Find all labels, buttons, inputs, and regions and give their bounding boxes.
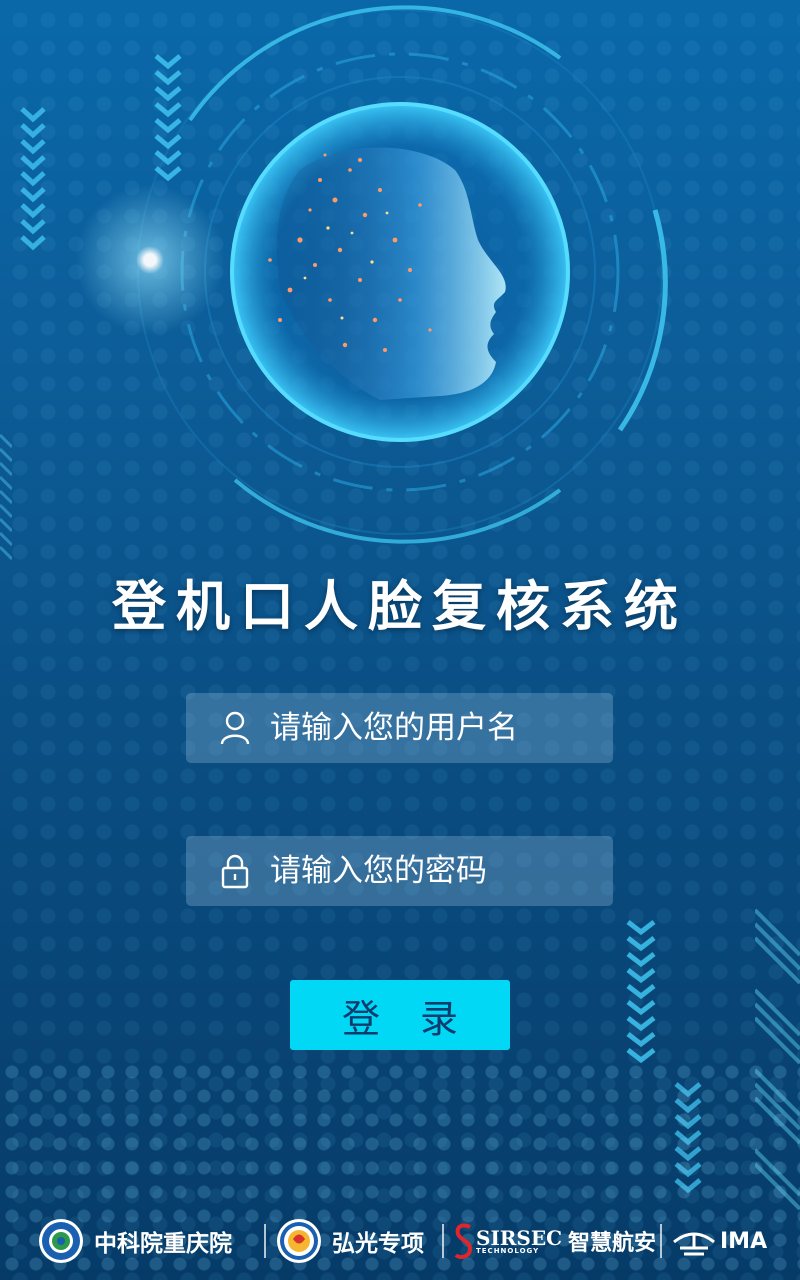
ima-logo-icon	[673, 1232, 715, 1256]
brand-label: 中科院重庆院	[94, 1231, 232, 1257]
lens-flare	[70, 180, 230, 340]
username-field[interactable]	[186, 693, 663, 763]
login-screen: 登机口人脸复核系统 登 录	[0, 0, 800, 1280]
brand-label: SIRSEC	[476, 1225, 563, 1250]
chevron-decoration-top	[154, 54, 182, 182]
cas-chongqing-logo-icon	[39, 1219, 83, 1263]
brand-tail-label: 智慧航安	[568, 1231, 657, 1256]
sirsec-logo-icon	[454, 1223, 473, 1259]
hongguang-logo-icon	[277, 1219, 321, 1263]
footer-brands: 中科院重庆院 弘光专项 SIRSEC TECHNOLOGY 智慧航安 IMA	[0, 1208, 800, 1280]
brand-label: IMA	[720, 1228, 768, 1254]
page-title: 登机口人脸复核系统	[112, 575, 688, 638]
brand-sublabel: TECHNOLOGY	[476, 1246, 540, 1255]
brand-label: 弘光专项	[332, 1231, 424, 1257]
lock-icon	[220, 853, 250, 889]
brand-sirsec: SIRSEC TECHNOLOGY 智慧航安	[454, 1218, 656, 1264]
chevron-decoration-left	[20, 107, 46, 251]
password-field[interactable]	[186, 836, 663, 906]
footer-divider	[264, 1224, 266, 1258]
brand-cas-chongqing: 中科院重庆院	[38, 1218, 232, 1264]
footer-divider	[442, 1224, 444, 1258]
brand-ima: IMA	[672, 1218, 767, 1264]
stripe-decoration-left	[0, 433, 12, 561]
user-icon	[220, 710, 250, 746]
footer-divider	[660, 1224, 662, 1258]
password-input[interactable]	[268, 852, 663, 890]
login-button[interactable]: 登 录	[290, 980, 510, 1050]
chevron-decoration-right	[626, 920, 656, 1064]
username-input[interactable]	[268, 709, 663, 747]
brand-hongguang: 弘光专项	[276, 1218, 424, 1264]
